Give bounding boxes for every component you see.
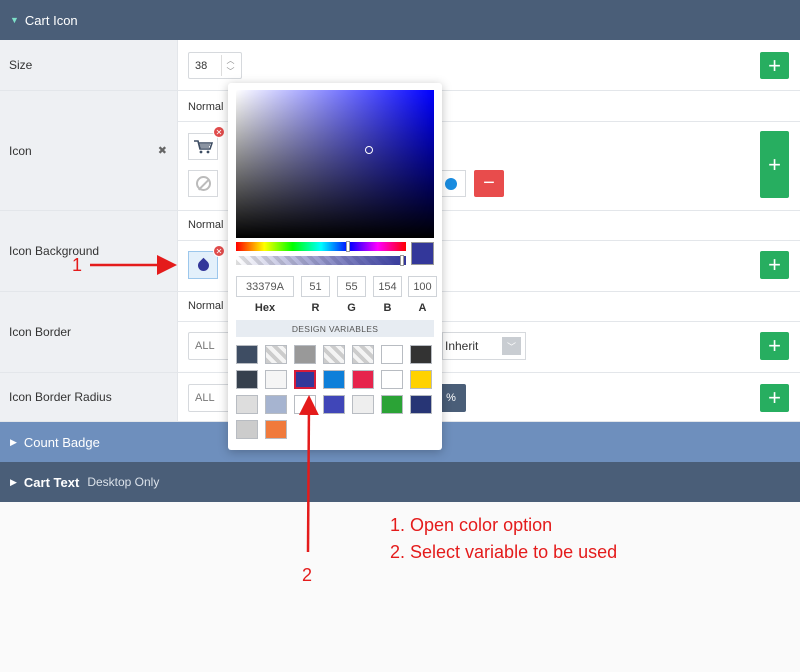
design-variables-header: DESIGN VARIABLES: [236, 320, 434, 337]
color-swatch[interactable]: [381, 345, 403, 364]
color-swatch[interactable]: [265, 345, 287, 364]
r-label: R: [311, 302, 320, 314]
saturation-value-area[interactable]: [236, 90, 434, 238]
caret-right-icon: ▶: [10, 476, 17, 487]
color-swatch[interactable]: [265, 420, 287, 439]
r-input[interactable]: 51: [301, 276, 330, 297]
drop-icon: [195, 257, 211, 273]
color-swatch[interactable]: [265, 370, 287, 389]
alpha-handle[interactable]: [400, 255, 404, 266]
size-add-button[interactable]: +: [760, 52, 789, 79]
cart-icon-preview[interactable]: [188, 133, 218, 160]
icon-add-button[interactable]: +: [760, 131, 789, 198]
caret-right-icon: ▶: [10, 436, 17, 447]
section-title: Count Badge: [23, 434, 100, 450]
color-swatch[interactable]: [352, 345, 374, 364]
cart-icon: [194, 139, 213, 153]
a-input[interactable]: 100: [408, 276, 437, 297]
size-label: Size: [0, 40, 178, 90]
hex-label: Hex: [254, 302, 276, 314]
color-picker-popup: 33379A 51 55 154 100 Hex R G B A DESIGN …: [228, 83, 442, 450]
color-swatch[interactable]: [381, 395, 403, 414]
color-swatch[interactable]: [323, 370, 345, 389]
color-option-button[interactable]: [188, 251, 218, 279]
color-swatch[interactable]: [410, 370, 432, 389]
eyedropper-icon: [445, 177, 457, 190]
g-input[interactable]: 55: [337, 276, 366, 297]
icon-border-label: Icon Border: [0, 292, 178, 372]
color-swatch[interactable]: [410, 345, 432, 364]
g-label: G: [347, 302, 356, 314]
picker-handle[interactable]: [365, 146, 373, 154]
remove-color-badge[interactable]: ✕: [213, 245, 225, 257]
clear-icon[interactable]: ✖: [158, 144, 167, 157]
normal-label: Normal: [188, 219, 224, 231]
color-swatch[interactable]: [294, 345, 316, 364]
normal-label: Normal: [188, 101, 224, 113]
normal-label: Normal: [188, 300, 224, 312]
icon-background-add-button[interactable]: +: [760, 251, 789, 279]
color-swatch[interactable]: [352, 395, 374, 414]
size-input[interactable]: 38 ︿ ﹀: [188, 52, 242, 79]
annotation-marker-1: 1: [72, 255, 83, 275]
color-swatch[interactable]: [381, 370, 403, 389]
section-subtitle: Desktop Only: [87, 475, 160, 489]
cart-text-section-header[interactable]: ▶ Cart Text Desktop Only: [0, 462, 800, 502]
color-swatch[interactable]: [323, 345, 345, 364]
icon-border-radius-add-button[interactable]: +: [760, 384, 789, 412]
annotation-marker-2: 2: [302, 565, 313, 585]
chevron-down-icon[interactable]: ﹀: [227, 66, 235, 77]
hex-input[interactable]: 33379A: [236, 276, 294, 297]
stepper[interactable]: ︿ ﹀: [221, 55, 239, 76]
alpha-slider[interactable]: [236, 255, 406, 266]
icon-background-label: Icon Background: [0, 211, 178, 291]
icon-border-radius-label: Icon Border Radius: [0, 373, 178, 421]
chevron-down-icon: ﹀: [502, 337, 521, 355]
color-swatch[interactable]: [236, 395, 258, 414]
remove-icon-badge[interactable]: ✕: [213, 126, 225, 138]
icon-border-add-button[interactable]: +: [760, 332, 789, 360]
annotation-step-2: 2. Select variable to be used: [390, 542, 618, 562]
chevron-up-icon[interactable]: ︿: [227, 55, 235, 66]
color-swatch[interactable]: [236, 345, 258, 364]
color-swatch[interactable]: [410, 395, 432, 414]
a-label: A: [418, 302, 427, 314]
none-icon-option[interactable]: [188, 170, 218, 197]
color-swatch[interactable]: [236, 370, 258, 389]
b-label: B: [383, 302, 392, 314]
remove-icon-button[interactable]: −: [474, 170, 504, 197]
ban-icon: [195, 176, 211, 191]
color-swatch[interactable]: [352, 370, 374, 389]
cart-icon-section-header[interactable]: ▼ Cart Icon: [0, 0, 800, 40]
icon-label: Icon: [9, 143, 32, 158]
color-swatch[interactable]: [236, 420, 258, 439]
swatch-selected[interactable]: [294, 370, 316, 389]
section-title: Cart Icon: [24, 12, 78, 28]
color-swatch[interactable]: [265, 395, 287, 414]
border-style-select[interactable]: Inherit ﹀: [442, 332, 526, 360]
current-color-preview: [411, 242, 434, 265]
b-input[interactable]: 154: [373, 276, 402, 297]
section-title: Cart Text: [23, 474, 80, 490]
caret-down-icon: ▼: [10, 15, 19, 25]
color-swatch[interactable]: [323, 395, 345, 414]
annotation-step-1: 1. Open color option: [390, 515, 553, 535]
hue-handle[interactable]: [346, 241, 350, 252]
color-swatch[interactable]: [294, 395, 316, 414]
hue-slider[interactable]: [236, 241, 406, 252]
